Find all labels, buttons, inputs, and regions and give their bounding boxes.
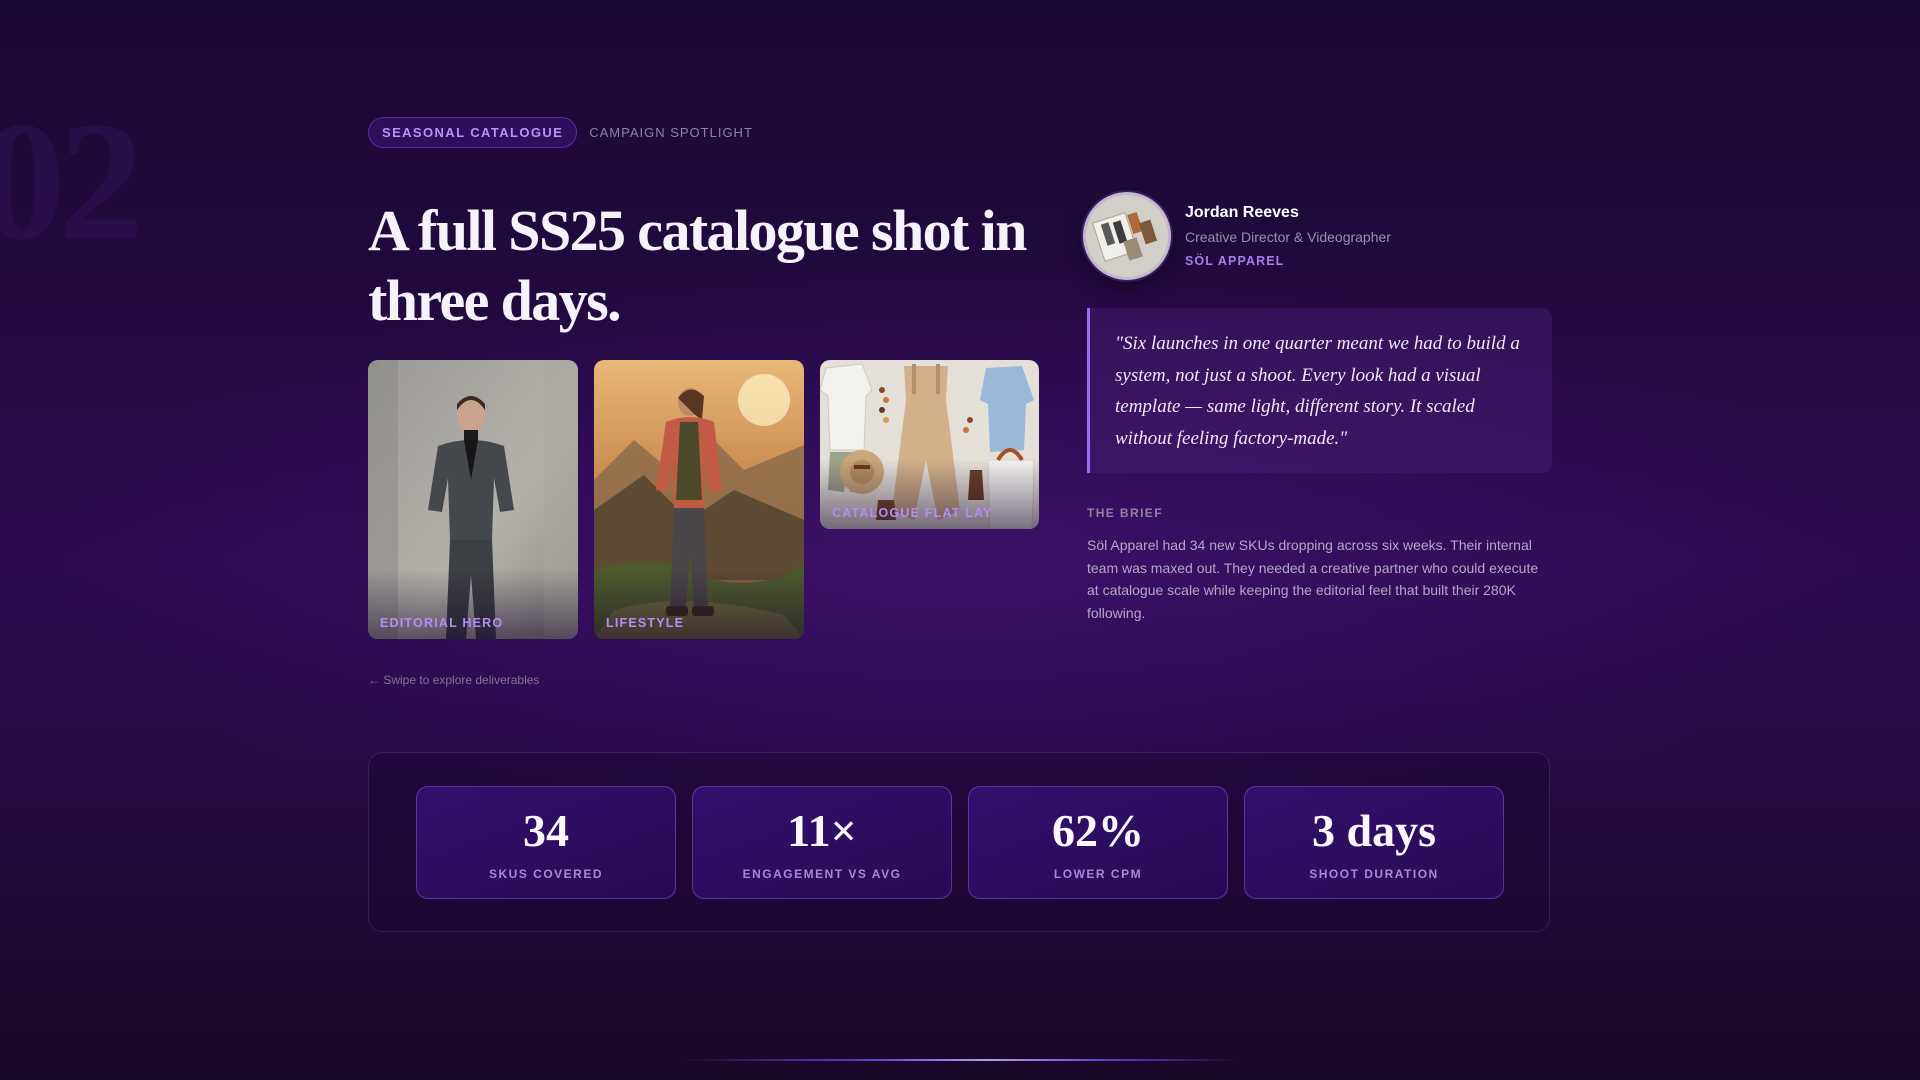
avatar-image <box>1086 195 1168 277</box>
gallery-card-flat-lay[interactable]: CATALOGUE FLAT LAY <box>820 360 1039 529</box>
stat-label: ENGAGEMENT VS AVG <box>742 867 902 881</box>
author-name: Jordan Reeves <box>1185 204 1299 221</box>
stat-value: 62% <box>1052 805 1144 856</box>
breadcrumb: SEASONAL CATALOGUE CAMPAIGN SPOTLIGHT <box>368 117 753 148</box>
progress-indicator-line <box>680 1059 1240 1061</box>
stat-card-duration: 3 days SHOOT DURATION <box>1244 786 1504 899</box>
author-role: Creative Director & Videographer <box>1185 229 1391 245</box>
category-pill[interactable]: SEASONAL CATALOGUE <box>368 117 578 148</box>
stat-label: LOWER CPM <box>1053 867 1143 881</box>
stat-value: 11× <box>787 805 857 856</box>
page-title: A full SS25 catalogue shot in three days… <box>368 198 1027 333</box>
stat-value: 34 <box>523 805 569 856</box>
brief-body: Söl Apparel had 34 new SKUs dropping acr… <box>1087 537 1539 621</box>
category-secondary-label: CAMPAIGN SPOTLIGHT <box>589 125 753 140</box>
brief-heading: THE BRIEF <box>1087 506 1163 520</box>
author-company: SÖL APPAREL <box>1185 254 1285 268</box>
author-block: Jordan Reeves Creative Director & Videog… <box>1083 192 1391 280</box>
stat-label: SKUS COVERED <box>488 867 604 881</box>
gallery-card-lifestyle[interactable]: LIFESTYLE <box>594 360 804 639</box>
gallery-card-editorial-hero[interactable]: EDITORIAL HERO <box>368 360 578 639</box>
stat-card-engagement: 11× ENGAGEMENT VS AVG <box>692 786 952 899</box>
avatar <box>1083 192 1171 280</box>
stat-card-cpm: 62% LOWER CPM <box>968 786 1228 899</box>
stats-panel: 34 SKUS COVERED 11× ENGAGEMENT VS AVG 62… <box>368 752 1550 932</box>
gallery-caption: EDITORIAL HERO <box>380 616 504 630</box>
swipe-hint: ← Swipe to explore deliverables <box>368 673 540 687</box>
stat-value: 3 days <box>1312 805 1436 856</box>
gallery-caption: LIFESTYLE <box>606 616 685 630</box>
gallery-caption: CATALOGUE FLAT LAY <box>832 506 993 520</box>
stat-card-skus: 34 SKUS COVERED <box>416 786 676 899</box>
testimonial-quote: "Six launches in one quarter meant we ha… <box>1087 308 1552 473</box>
background-numeral: 02 <box>0 87 144 275</box>
stat-label: SHOOT DURATION <box>1309 867 1439 881</box>
